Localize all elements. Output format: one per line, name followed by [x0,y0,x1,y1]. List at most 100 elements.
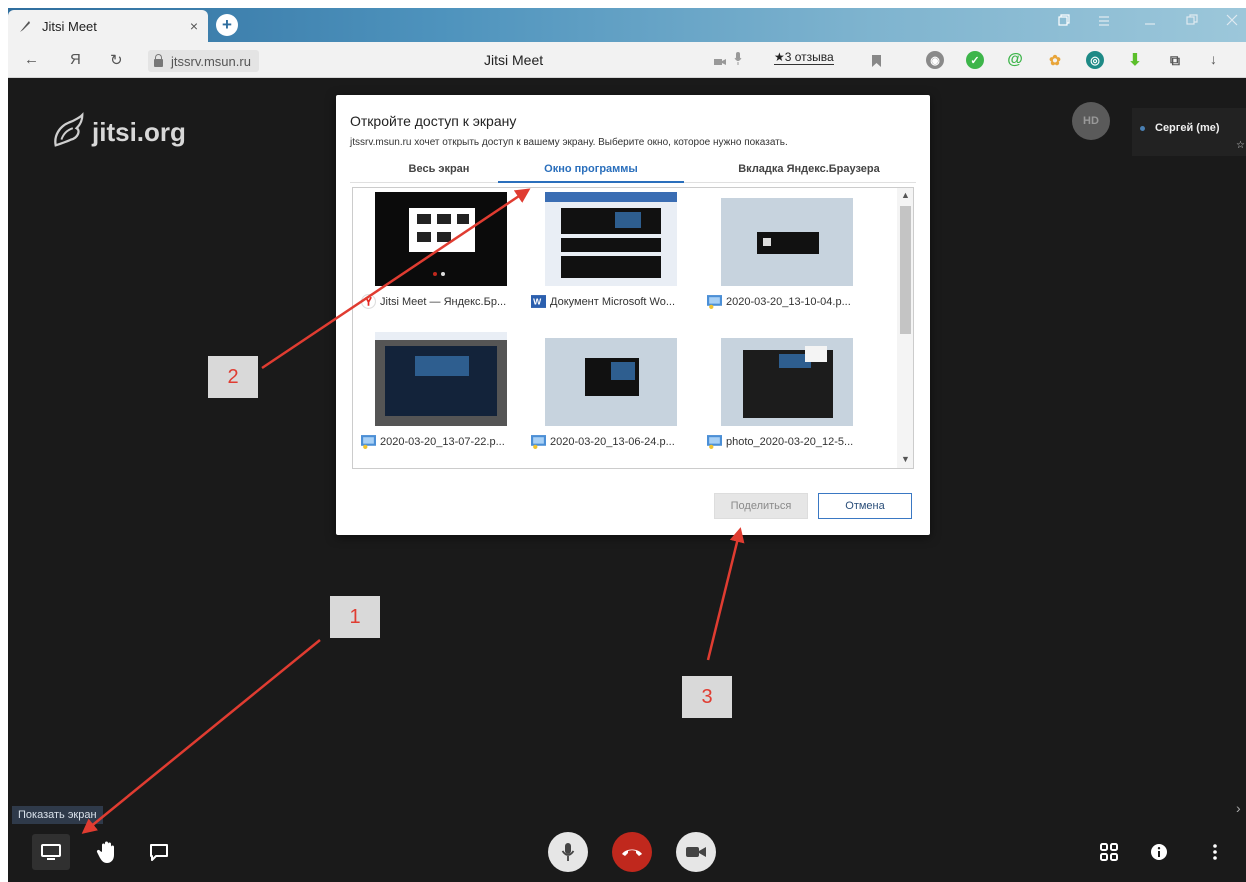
dialog-subtitle: jtssrv.msun.ru хочет открыть доступ к ва… [350,137,788,148]
window-thumb-screenshot-2[interactable]: 2020-03-20_13-07-22.p... [361,332,521,449]
microphone-button[interactable] [548,832,588,872]
grid-icon [1100,843,1118,861]
share-screen-tooltip: Показать экран [12,806,103,824]
share-button[interactable]: Поделиться [714,493,808,519]
jitsi-logo: jitsi.org [50,112,186,152]
window-list: Jitsi Meet — Яндекс.Бр... W Документ Mic… [352,187,914,469]
chat-icon [150,844,168,861]
window-label: Jitsi Meet — Яндекс.Бр... [380,295,507,308]
window-preview [721,192,853,286]
window-preview [545,332,677,426]
tab-entire-screen[interactable]: Весь экран [394,163,484,175]
participant-tile[interactable]: Сергей (me) [1132,108,1246,156]
tile-view-button[interactable] [1090,834,1128,870]
chevron-right-icon[interactable]: › [1236,800,1241,816]
window-thumb-screenshot-3[interactable]: 2020-03-20_13-06-24.p... [531,332,691,449]
jitsi-logo-icon [54,112,84,147]
microphone-icon [561,843,575,861]
share-source-tabs: Весь экран Окно программы Вкладка Яндекс… [350,157,916,183]
ext-paw-icon[interactable]: ✿ [1046,51,1064,69]
more-vertical-icon [1213,844,1217,860]
active-tab-indicator [498,181,684,183]
annotation-callout-2: 2 [208,356,258,398]
window-label: photo_2020-03-20_12-5... [726,435,854,448]
scroll-up-icon[interactable]: ▲ [901,190,910,200]
info-button[interactable] [1140,834,1178,870]
window-label: 2020-03-20_13-10-04.p... [726,295,851,308]
camera-button[interactable] [676,832,716,872]
phone-hangup-icon [622,849,642,856]
close-window-icon[interactable] [1226,14,1238,29]
raise-hand-button[interactable] [88,834,126,870]
image-viewer-icon [361,435,376,449]
ext-mail-icon[interactable]: @ [1006,51,1024,69]
yandex-browser-icon [361,294,376,309]
tab-close-icon[interactable]: × [190,18,198,34]
window-label: 2020-03-20_13-06-24.p... [550,435,675,448]
ext-spy-icon[interactable]: ◉ [926,51,944,69]
page-title: Jitsi Meet [484,52,544,68]
address-bar: ← Я ↻ jtssrv.msun.ru Jitsi Meet ★3 отзыв… [8,42,1246,78]
tab-title: Jitsi Meet [42,18,97,34]
monitor-icon [41,844,61,860]
image-viewer-icon [531,435,546,449]
back-button[interactable]: ← [24,51,39,68]
image-viewer-icon [707,295,722,309]
image-viewer-icon [707,435,722,449]
feather-icon [18,19,32,33]
window-label: 2020-03-20_13-07-22.p... [380,435,505,448]
tabs-overview-icon[interactable] [1058,14,1070,29]
status-dot [1140,125,1145,131]
window-preview [721,332,853,426]
window-preview [545,192,677,286]
window-thumb-word[interactable]: W Документ Microsoft Wo... [531,192,691,309]
scroll-down-icon[interactable]: ▼ [901,454,910,464]
mic-permission-icon[interactable] [734,52,742,71]
dialog-title: Откройте доступ к экрану [350,113,517,129]
chat-button[interactable] [140,834,178,870]
info-icon [1151,844,1167,860]
minimize-icon[interactable] [1144,14,1156,29]
tab-application-window[interactable]: Окно программы [498,163,684,175]
participant-name: Сергей (me) [1155,122,1220,134]
window-label: Документ Microsoft Wo... [550,295,675,308]
bookmark-icon[interactable] [872,54,881,72]
tab-browser-tab[interactable]: Вкладка Яндекс.Браузера [724,163,894,175]
browser-tab[interactable]: Jitsi Meet × [8,10,208,42]
word-icon: W [531,295,546,308]
hand-icon [96,841,114,863]
menu-icon[interactable] [1098,14,1110,29]
share-screen-dialog: Откройте доступ к экрану jtssrv.msun.ru … [336,95,930,535]
restore-icon[interactable] [1186,14,1198,29]
downloads-button[interactable]: ↓ [1210,51,1217,67]
share-screen-button[interactable] [32,834,70,870]
window-list-scrollbar[interactable]: ▲ ▼ [897,188,913,468]
window-preview [375,332,507,426]
star-icon: ☆ [1236,140,1245,151]
url-field[interactable]: jtssrv.msun.ru [148,50,259,72]
lock-icon [154,53,163,67]
window-preview [375,192,507,286]
ext-shield-icon[interactable]: ✓ [966,51,984,69]
ext-puzzle-icon[interactable]: ⧉ [1166,51,1184,69]
window-thumb-screenshot-1[interactable]: 2020-03-20_13-10-04.p... [707,192,867,309]
svg-text:W: W [533,297,542,307]
logo-text: jitsi.org [92,116,186,147]
ext-download-icon[interactable]: ⬇ [1126,51,1144,69]
ext-vpn-icon[interactable]: ◎ [1086,51,1104,69]
annotation-callout-3: 3 [682,676,732,718]
scrollbar-thumb[interactable] [900,206,911,334]
yandex-button[interactable]: Я [70,51,81,68]
url-text: jtssrv.msun.ru [171,53,251,69]
more-options-button[interactable] [1196,834,1234,870]
new-tab-button[interactable]: + [216,14,238,36]
camera-permission-icon[interactable] [714,54,726,72]
reload-button[interactable]: ↻ [110,51,123,69]
video-camera-icon [686,847,706,857]
reviews-link[interactable]: ★3 отзыва [774,50,834,65]
hangup-button[interactable] [612,832,652,872]
window-thumb-photo[interactable]: photo_2020-03-20_12-5... [707,332,867,449]
cancel-button[interactable]: Отмена [818,493,912,519]
window-thumb-jitsi[interactable]: Jitsi Meet — Яндекс.Бр... [361,192,521,309]
avatar: HD [1072,102,1110,140]
